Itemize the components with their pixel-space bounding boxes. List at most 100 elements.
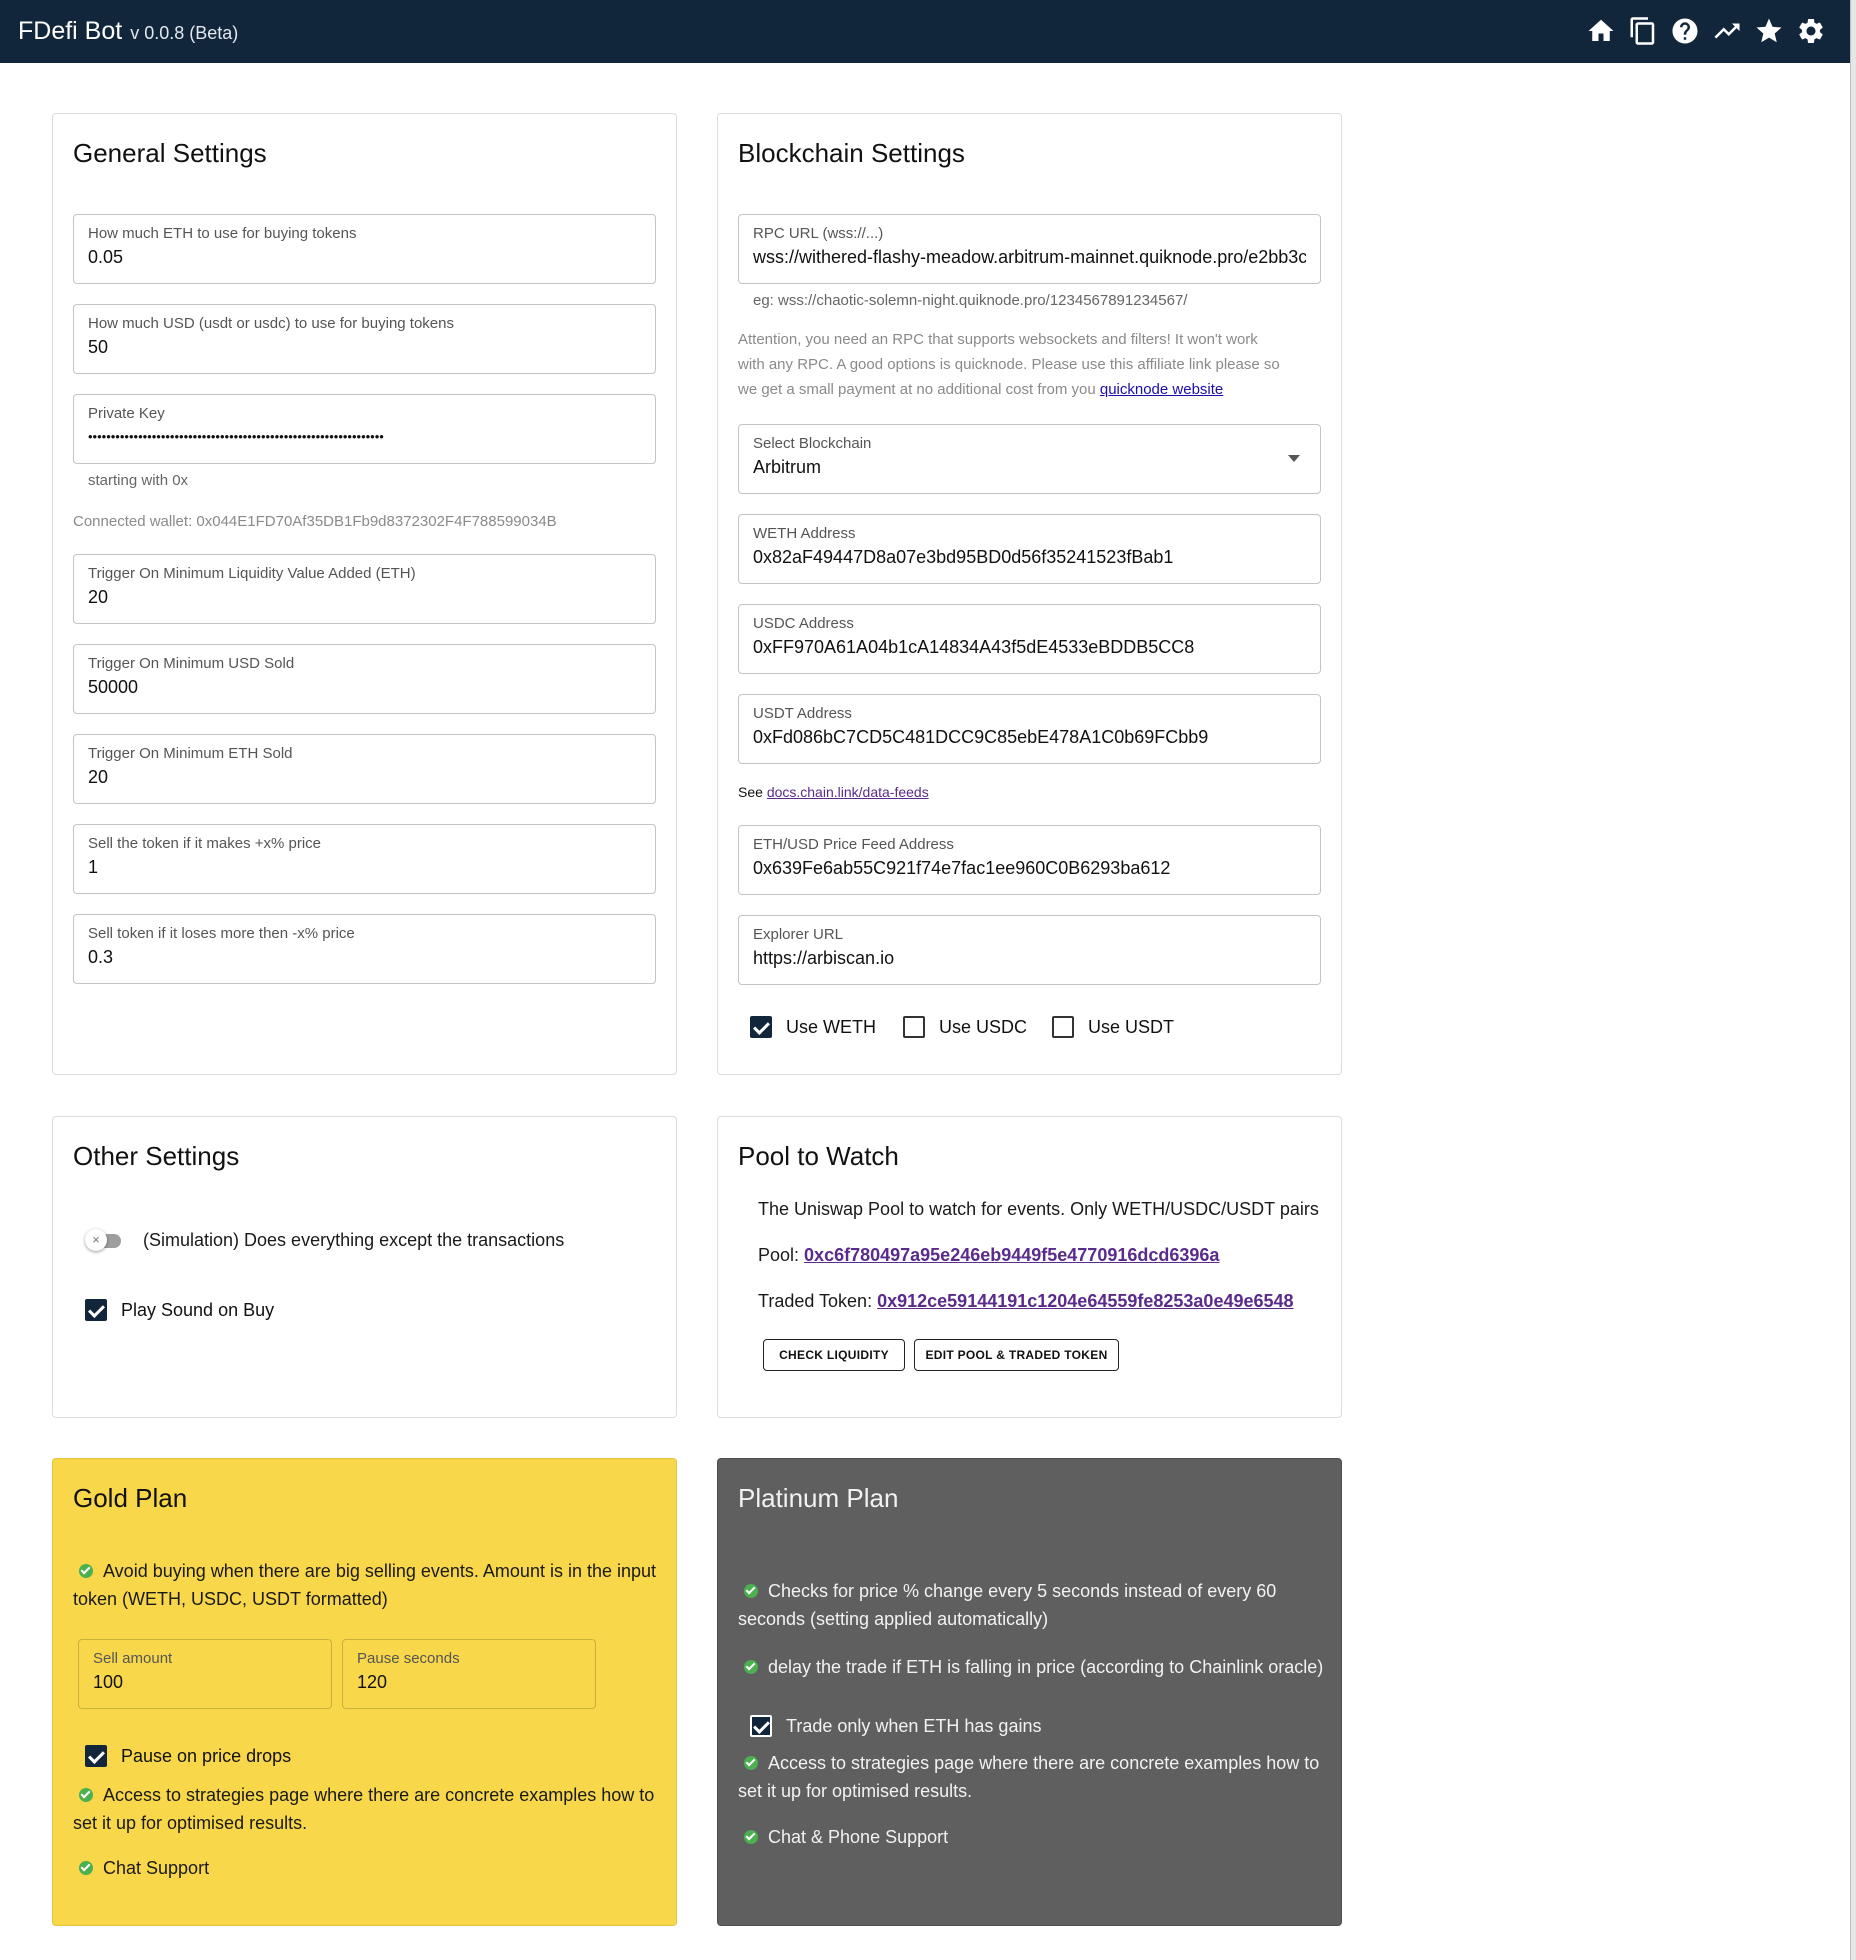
feature-text: set it up for optimised results. <box>738 1781 973 1801</box>
field-label: Sell amount <box>93 1650 173 1667</box>
use-usdt-checkbox[interactable]: Use USDT <box>1052 1016 1174 1038</box>
token-row: Traded Token: 0x912ce59144191c1204e64559… <box>758 1291 1294 1312</box>
play-sound-checkbox[interactable]: Play Sound on Buy <box>85 1299 274 1321</box>
take-profit-field[interactable]: Sell the token if it makes +x% price 1 <box>73 824 656 894</box>
token-address-link[interactable]: 0x912ce59144191c1204e64559fe8253a0e49e65… <box>877 1291 1293 1311</box>
quicknode-link[interactable]: quicknode website <box>1100 381 1223 398</box>
pause-on-drops-checkbox[interactable]: Pause on price drops <box>85 1745 291 1767</box>
field-label: Trigger On Minimum Liquidity Value Added… <box>88 565 416 582</box>
gold-feature: Access to strategies page where there ar… <box>73 1781 663 1837</box>
pause-seconds-field[interactable]: Pause seconds 120 <box>342 1639 596 1709</box>
rpc-helper: eg: wss://chaotic-solemn-night.quiknode.… <box>753 292 1188 309</box>
card-title: Pool to Watch <box>738 1141 899 1171</box>
field-label: USDC Address <box>753 615 854 632</box>
checkbox-label: Use WETH <box>786 1016 876 1037</box>
private-key-field[interactable]: Private Key ••••••••••••••••••••••••••••… <box>73 394 656 464</box>
blockchain-select[interactable]: Select Blockchain Arbitrum <box>738 424 1321 494</box>
explorer-url-field[interactable]: Explorer URL https://arbiscan.io <box>738 915 1321 985</box>
checkbox-unchecked-icon[interactable] <box>903 1016 925 1038</box>
pool-row: Pool: 0xc6f780497a95e246eb9449f5e4770916… <box>758 1245 1219 1266</box>
field-value[interactable]: 100 <box>93 1672 317 1693</box>
toolbar-icons <box>1576 14 1828 48</box>
eth-amount-field[interactable]: How much ETH to use for buying tokens 0.… <box>73 214 656 284</box>
field-label: Trigger On Minimum ETH Sold <box>88 745 293 762</box>
min-usd-sold-field[interactable]: Trigger On Minimum USD Sold 50000 <box>73 644 656 714</box>
field-value[interactable]: 0.05 <box>88 247 641 268</box>
rpc-url-field[interactable]: RPC URL (wss://...) wss://withered-flash… <box>738 214 1321 284</box>
field-value[interactable]: 20 <box>88 767 641 788</box>
check-circle-icon <box>79 1861 93 1876</box>
token-label: Traded Token: <box>758 1291 873 1311</box>
checkbox-checked-icon[interactable] <box>85 1745 107 1767</box>
field-value[interactable]: Arbitrum <box>753 457 1306 478</box>
home-icon[interactable] <box>1584 14 1618 48</box>
field-value[interactable]: 50000 <box>88 677 641 698</box>
field-value[interactable]: https://arbiscan.io <box>753 948 1306 969</box>
data-feeds-note: See docs.chain.link/data-feeds <box>738 784 929 800</box>
checkbox-unchecked-icon[interactable] <box>1052 1016 1074 1038</box>
field-value[interactable]: ••••••••••••••••••••••••••••••••••••••••… <box>88 429 641 444</box>
usdt-address-field[interactable]: USDT Address 0xFd086bC7CD5C481DCC9C85ebE… <box>738 694 1321 764</box>
checkbox-checked-icon[interactable] <box>85 1299 107 1321</box>
dropdown-arrow-icon[interactable] <box>1288 455 1300 462</box>
check-circle-icon <box>79 1564 93 1579</box>
feature-text: delay the trade if ETH is falling in pri… <box>768 1657 1324 1677</box>
checkbox-label: Use USDT <box>1088 1016 1175 1037</box>
usdc-address-field[interactable]: USDC Address 0xFF970A61A04b1cA14834A43f5… <box>738 604 1321 674</box>
checkbox-checked-icon[interactable] <box>750 1715 772 1737</box>
use-usdc-checkbox[interactable]: Use USDC <box>903 1016 1027 1038</box>
checkbox-label: Trade only when ETH has gains <box>786 1715 1042 1736</box>
settings-icon[interactable] <box>1794 14 1828 48</box>
field-value[interactable]: 0x639Fe6ab55C921f74e7fac1ee960C0B6293ba6… <box>753 858 1306 879</box>
help-icon[interactable] <box>1668 14 1702 48</box>
min-eth-sold-field[interactable]: Trigger On Minimum ETH Sold 20 <box>73 734 656 804</box>
field-value[interactable]: wss://withered-flashy-meadow.arbitrum-ma… <box>753 247 1306 268</box>
platinum-feature: Access to strategies page where there ar… <box>738 1749 1328 1805</box>
card-title: Other Settings <box>73 1141 240 1171</box>
attention-text: we get a small payment at no additional … <box>738 381 1096 398</box>
field-label: Explorer URL <box>753 926 844 943</box>
usd-amount-field[interactable]: How much USD (usdt or usdc) to use for b… <box>73 304 656 374</box>
check-liquidity-button[interactable]: CHECK LIQUIDITY <box>763 1339 905 1371</box>
private-key-helper: starting with 0x <box>88 472 189 489</box>
field-value[interactable]: 0.3 <box>88 947 641 968</box>
field-label: Private Key <box>88 405 165 422</box>
data-feeds-link[interactable]: docs.chain.link/data-feeds <box>767 784 929 800</box>
card-title: General Settings <box>73 138 267 168</box>
pool-label: Pool: <box>758 1245 800 1265</box>
field-value[interactable]: 0x82aF49447D8a07e3bd95BD0d56f35241523fBa… <box>753 547 1306 568</box>
trending-up-icon[interactable] <box>1710 14 1744 48</box>
weth-address-field[interactable]: WETH Address 0x82aF49447D8a07e3bd95BD0d5… <box>738 514 1321 584</box>
platinum-plan-card: Platinum Plan Checks for price % change … <box>717 1458 1342 1926</box>
sell-amount-field[interactable]: Sell amount 100 <box>78 1639 332 1709</box>
see-label: See <box>738 784 763 800</box>
feature-text: Access to strategies page where there ar… <box>103 1785 655 1805</box>
simulation-toggle[interactable]: × <box>85 1229 125 1251</box>
use-weth-checkbox[interactable]: Use WETH <box>750 1016 876 1038</box>
trade-on-gains-checkbox[interactable]: Trade only when ETH has gains <box>750 1715 1041 1737</box>
edit-pool-button[interactable]: EDIT POOL & TRADED TOKEN <box>914 1339 1119 1371</box>
star-icon[interactable] <box>1752 14 1786 48</box>
check-circle-icon <box>744 1830 758 1845</box>
platinum-feature: Chat & Phone Support <box>738 1823 1328 1851</box>
checkbox-checked-icon[interactable] <box>750 1016 772 1038</box>
field-label: WETH Address <box>753 525 856 542</box>
copy-icon[interactable] <box>1626 14 1660 48</box>
field-label: How much ETH to use for buying tokens <box>88 225 357 242</box>
field-value[interactable]: 0xFF970A61A04b1cA14834A43f5dE4533eBDDB5C… <box>753 637 1306 658</box>
toggle-off-icon[interactable]: × <box>85 1229 107 1251</box>
field-value[interactable]: 120 <box>357 1672 581 1693</box>
stop-loss-field[interactable]: Sell token if it loses more then -x% pri… <box>73 914 656 984</box>
pool-address-link[interactable]: 0xc6f780497a95e246eb9449f5e4770916dcd639… <box>804 1245 1219 1265</box>
feature-text: Checks for price % change every 5 second… <box>768 1581 1277 1601</box>
field-value[interactable]: 1 <box>88 857 641 878</box>
feature-text: seconds (setting applied automatically) <box>738 1609 1049 1629</box>
min-liquidity-field[interactable]: Trigger On Minimum Liquidity Value Added… <box>73 554 656 624</box>
field-value[interactable]: 0xFd086bC7CD5C481DCC9C85ebE478A1C0b69FCb… <box>753 727 1306 748</box>
field-label: How much USD (usdt or usdc) to use for b… <box>88 315 454 332</box>
field-value[interactable]: 50 <box>88 337 641 358</box>
app-version: v 0.0.8 (Beta) <box>130 23 239 43</box>
pool-description: The Uniswap Pool to watch for events. On… <box>758 1199 1319 1219</box>
field-value[interactable]: 20 <box>88 587 641 608</box>
price-feed-field[interactable]: ETH/USD Price Feed Address 0x639Fe6ab55C… <box>738 825 1321 895</box>
